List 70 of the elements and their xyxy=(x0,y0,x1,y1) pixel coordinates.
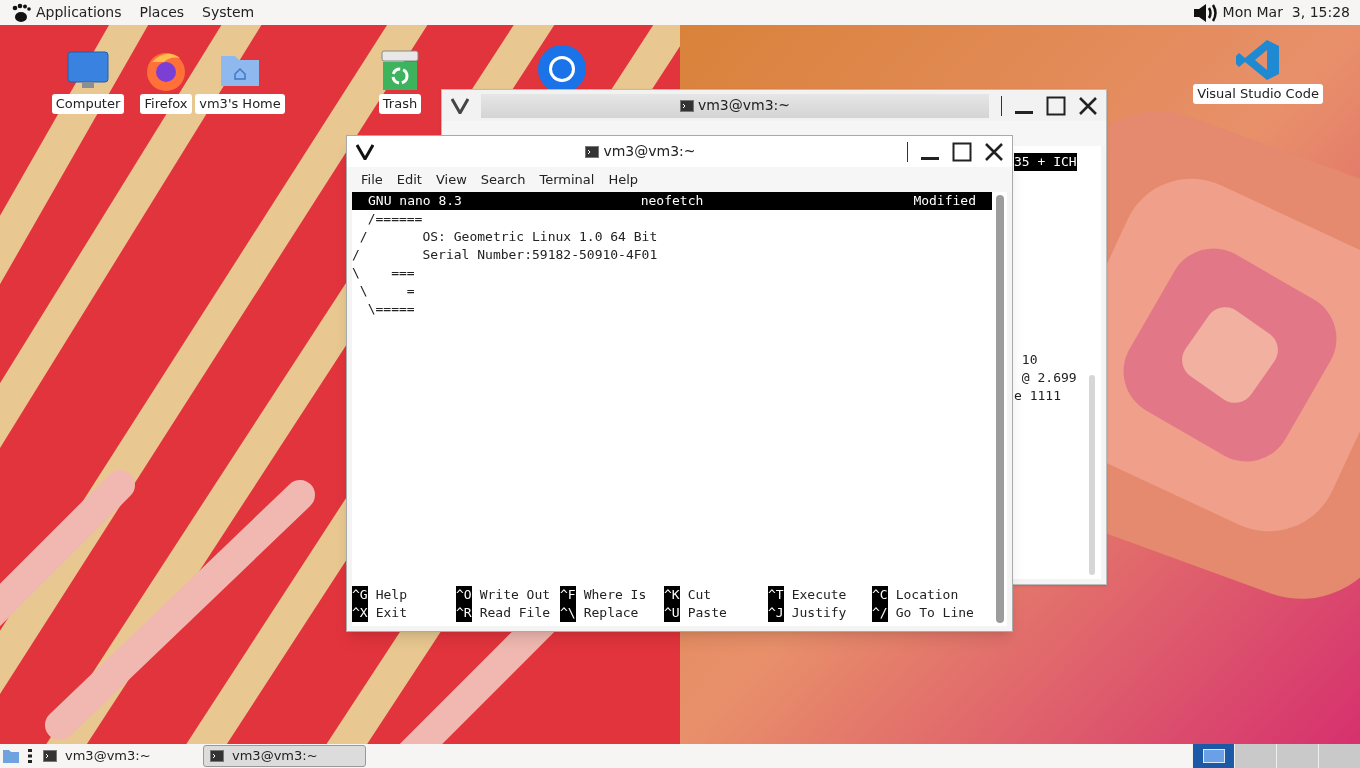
panel-menu[interactable]: Places xyxy=(139,2,185,23)
taskbar-task[interactable]: vm3@vm3:~ xyxy=(203,745,366,767)
shortcut-key: ^X xyxy=(352,604,368,622)
terminal-icon xyxy=(679,99,694,112)
menu-item[interactable]: View xyxy=(429,169,473,190)
terminal-line: @ 2.699 xyxy=(1020,369,1077,387)
shortcut-key: ^F xyxy=(560,586,576,604)
window-menu-icon[interactable] xyxy=(356,143,374,160)
trash-icon xyxy=(378,48,422,92)
menu-item[interactable]: Search xyxy=(474,169,532,190)
shortcut-label: Exit xyxy=(374,604,407,622)
shortcut-label: Go To Line xyxy=(894,604,974,622)
menu-item[interactable]: File xyxy=(355,169,389,190)
desktop-icon-label[interactable]: Firefox xyxy=(140,94,192,114)
taskbar-task[interactable]: vm3@vm3:~ xyxy=(36,745,199,767)
shortcut-label: Read File xyxy=(478,604,551,622)
text-line: \===== xyxy=(366,300,415,318)
shortcut-key: ^T xyxy=(768,586,784,604)
terminal-line: e 1111 xyxy=(1014,387,1061,405)
menu-item[interactable]: Edit xyxy=(390,169,428,190)
menu-item[interactable]: Help xyxy=(602,169,645,190)
shortcut-label: Justify xyxy=(790,604,847,622)
clock[interactable]: Mon Mar 3, 15:28 xyxy=(1222,2,1350,23)
shortcut-key: ^J xyxy=(768,604,784,622)
menu-item[interactable]: Terminal xyxy=(533,169,601,190)
shortcut-key: ^K xyxy=(664,586,680,604)
close-icon[interactable] xyxy=(1078,95,1098,116)
shortcut-label: Execute xyxy=(790,586,847,604)
foot-logo-icon[interactable] xyxy=(10,2,32,23)
window-menu-icon[interactable] xyxy=(451,97,469,114)
window-title: vm3@vm3:~ xyxy=(697,96,791,115)
terminal-icon xyxy=(585,145,600,158)
file-name: neofetch xyxy=(639,192,705,210)
text-line: /====== xyxy=(366,210,423,228)
panel-menu[interactable]: System xyxy=(202,2,255,23)
shortcut-label: Location xyxy=(894,586,959,604)
maximize-icon[interactable] xyxy=(1046,95,1066,116)
shortcut-key: ^C xyxy=(872,586,888,604)
shortcut-label: Write Out xyxy=(478,586,551,604)
shortcut-key: ^\ xyxy=(560,604,576,622)
shortcut-label: Paste xyxy=(686,604,727,622)
close-icon[interactable] xyxy=(984,141,1004,162)
window-title: vm3@vm3:~ xyxy=(603,142,696,161)
terminal-line: 10 xyxy=(1020,351,1038,369)
terminal-icon xyxy=(43,750,57,762)
desktop-icon-label[interactable]: vm3's Home xyxy=(195,94,285,114)
modified-status: Modified xyxy=(912,192,976,210)
shortcut-label: Help xyxy=(374,586,407,604)
drag-handle-icon[interactable] xyxy=(28,748,32,764)
vscode-icon xyxy=(1235,38,1281,82)
desktop-icon-label[interactable]: Visual Studio Code xyxy=(1193,84,1323,104)
text-line: / Serial Number:59182-50910-4F01 xyxy=(352,246,658,264)
maximize-icon[interactable] xyxy=(952,141,972,162)
shortcut-key: ^U xyxy=(664,604,680,622)
desktop-icon-label[interactable]: Computer xyxy=(51,94,125,114)
shortcut-key: ^/ xyxy=(872,604,888,622)
shortcut-key: ^G xyxy=(352,586,368,604)
text-line: \ = xyxy=(358,282,415,300)
shortcut-key: ^O xyxy=(456,586,472,604)
shortcut-label: Where Is xyxy=(582,586,647,604)
shortcut-label: Cut xyxy=(686,586,712,604)
terminal-icon xyxy=(210,750,224,762)
editor-version: GNU nano 8.3 xyxy=(368,192,463,210)
panel-menu[interactable]: Applications xyxy=(36,2,122,23)
shortcut-key: ^R xyxy=(456,604,472,622)
workspace[interactable] xyxy=(1192,744,1234,768)
text-line: / OS: Geometric Linux 1.0 64 Bit xyxy=(358,228,658,246)
shortcut-label: Replace xyxy=(582,604,639,622)
text-line: \ === xyxy=(352,264,415,282)
desktop-icon-label[interactable]: Trash xyxy=(378,94,422,114)
